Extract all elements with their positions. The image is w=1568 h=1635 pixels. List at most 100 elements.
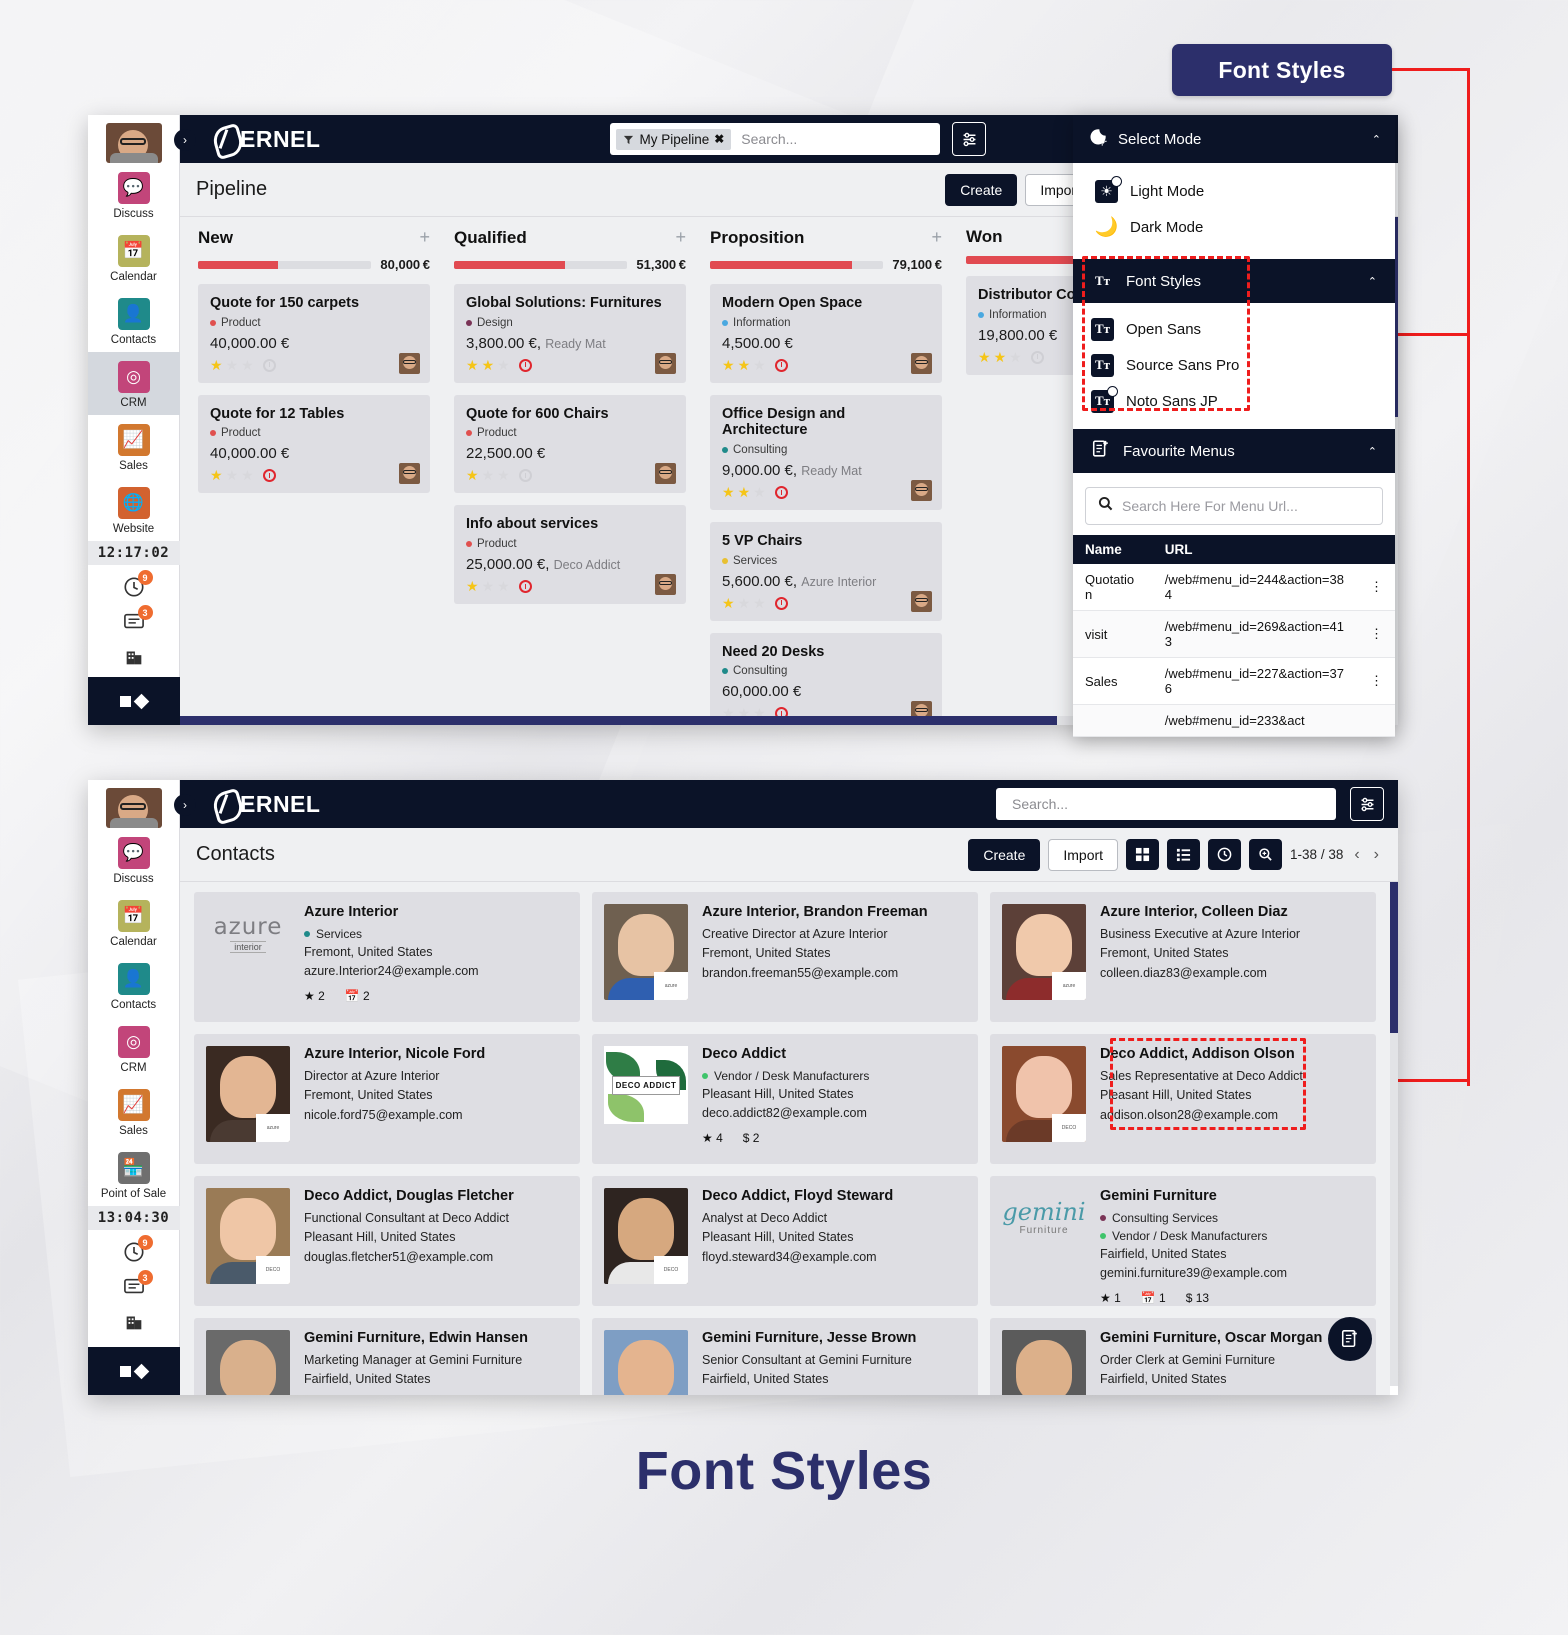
company-icon[interactable]	[119, 644, 149, 670]
sidebar-item-sales[interactable]: 📈 Sales	[88, 1080, 180, 1143]
sidebar-item-contacts[interactable]: 👤 Contacts	[88, 289, 180, 352]
activity-clock-icon[interactable]	[262, 469, 276, 483]
avatar[interactable]	[911, 480, 932, 502]
contact-card[interactable]: DECO ADDICT Deco Addict Vendor / Desk Manu…	[592, 1034, 978, 1164]
avatar[interactable]	[399, 463, 420, 485]
contact-card[interactable]: azure Azure Interior, Brandon Freeman Crea…	[592, 892, 978, 1022]
messages-icon[interactable]: 3	[119, 605, 153, 635]
apps-launcher[interactable]	[87, 1347, 180, 1395]
sidebar-item-crm[interactable]: ◎ CRM	[88, 1017, 180, 1080]
company-icon[interactable]	[119, 1309, 149, 1335]
chevron-up-icon[interactable]: ⌃	[1372, 133, 1381, 146]
avatar[interactable]	[399, 352, 420, 374]
kanban-card[interactable]: 5 VP Chairs Services 5,600.00 €, Azure Int…	[710, 522, 942, 621]
favourite-menus-section-header[interactable]: Favourite Menus ⌃	[1073, 429, 1395, 473]
activity-clock-icon[interactable]: 9	[119, 570, 153, 600]
priority-star[interactable]: ★	[482, 578, 495, 595]
priority-star[interactable]: ★	[753, 595, 766, 612]
kanban-card[interactable]: Quote for 12 Tables Product 40,000.00 € ★ ★ ★	[198, 394, 430, 494]
priority-star[interactable]: ★	[482, 467, 495, 484]
contact-card[interactable]: azure Azure Interior, Colleen Diaz Busines…	[990, 892, 1376, 1022]
priority-star[interactable]: ★	[210, 467, 223, 484]
menu-item-dark-mode[interactable]: 🌙 Dark Mode	[1073, 209, 1395, 245]
sidebar-item-crm[interactable]: ◎ CRM	[87, 352, 180, 415]
sidebar-item-contacts[interactable]: 👤 Contacts	[88, 954, 180, 1017]
priority-star[interactable]: ★	[978, 349, 991, 366]
settings-sliders-button[interactable]	[952, 122, 987, 156]
kanban-card[interactable]: Modern Open Space Information 4,500.00 € ★ ★…	[710, 284, 942, 383]
menu-item-noto-sans-jp[interactable]: Tᴛ Noto Sans JP	[1073, 383, 1395, 419]
menu-item-open-sans[interactable]: Tᴛ Open Sans	[1073, 311, 1395, 347]
activity-clock-icon[interactable]	[774, 358, 788, 372]
contact-card[interactable]: DECO Deco Addict, Addison Olson Sales Repr…	[990, 1034, 1376, 1164]
table-row[interactable]: Quotation/web#menu_id=244&action=384 ⋮	[1073, 564, 1395, 611]
apps-launcher[interactable]	[87, 677, 180, 725]
menu-item-light-mode[interactable]: ☀ Light Mode	[1073, 173, 1395, 209]
activity-clock-icon[interactable]	[774, 596, 788, 610]
list-view-icon[interactable]	[1167, 839, 1201, 870]
priority-star[interactable]: ★	[722, 357, 735, 374]
priority-star[interactable]: ★	[482, 357, 495, 374]
contact-card[interactable]: azure Azure Interior, Nicole Ford Director…	[194, 1034, 580, 1164]
priority-star[interactable]: ★	[497, 467, 510, 484]
contact-card[interactable]: gem Gemini Furniture, Jesse Brown Senior C…	[592, 1318, 978, 1395]
table-row[interactable]: visit/web#menu_id=269&action=413 ⋮	[1073, 610, 1395, 658]
kanban-card[interactable]: Info about services Product 25,000.00 €, D…	[454, 505, 686, 605]
chevron-up-icon[interactable]: ⌃	[1368, 445, 1377, 458]
contact-card[interactable]: azure interior Azure Interior Services Fremo…	[194, 892, 580, 1022]
priority-star[interactable]: ★	[738, 484, 751, 501]
add-card-icon[interactable]: +	[931, 227, 942, 248]
add-card-icon[interactable]: +	[419, 227, 430, 248]
vertical-scrollbar[interactable]	[1390, 882, 1398, 1386]
create-button[interactable]: Create	[945, 173, 1018, 206]
avatar[interactable]	[655, 574, 676, 596]
contact-card[interactable]: DECO Deco Addict, Floyd Steward Analyst at…	[592, 1176, 978, 1306]
priority-star[interactable]: ★	[1009, 349, 1022, 366]
avatar[interactable]	[911, 590, 932, 612]
kanban-view-icon[interactable]	[1126, 839, 1160, 870]
contact-card[interactable]: DECO Deco Addict, Douglas Fletcher Functio…	[194, 1176, 580, 1306]
pager-prev-icon[interactable]: ‹	[1351, 846, 1362, 864]
row-menu-icon[interactable]: ⋮	[1358, 564, 1395, 611]
sidebar-item-discuss[interactable]: 💬 Discuss	[88, 163, 180, 226]
avatar[interactable]	[655, 463, 676, 485]
create-button[interactable]: Create	[968, 838, 1041, 871]
avatar[interactable]	[655, 352, 676, 374]
priority-star[interactable]: ★	[994, 349, 1007, 366]
kanban-card[interactable]: Office Design and Architecture Consulting…	[710, 394, 942, 511]
map-view-icon[interactable]	[1249, 839, 1283, 870]
import-button[interactable]: Import	[1048, 838, 1119, 871]
kanban-card[interactable]: Need 20 Desks Consulting 60,000.00 € ★ ★ ★	[710, 632, 942, 725]
priority-star[interactable]: ★	[466, 357, 479, 374]
priority-star[interactable]: ★	[466, 467, 479, 484]
search-facet-my-pipeline[interactable]: My Pipeline ✖	[616, 128, 732, 150]
kanban-card[interactable]: Global Solutions: Furnitures Design 3,800.…	[454, 284, 686, 383]
priority-star[interactable]: ★	[738, 595, 751, 612]
menu-item-source-sans-pro[interactable]: Tᴛ Source Sans Pro	[1073, 347, 1395, 383]
activity-clock-icon[interactable]	[1030, 350, 1044, 364]
priority-star[interactable]: ★	[753, 484, 766, 501]
row-menu-icon[interactable]: ⋮	[1358, 657, 1395, 705]
select-mode-header[interactable]: Select Mode ⌃	[1073, 115, 1395, 163]
priority-star[interactable]: ★	[466, 578, 479, 595]
sidebar-item-point-of-sale[interactable]: 🏪 Point of Sale	[88, 1143, 180, 1206]
avatar[interactable]	[911, 352, 932, 374]
add-card-icon[interactable]: +	[675, 227, 686, 248]
sidebar-item-discuss[interactable]: 💬 Discuss	[88, 828, 180, 891]
activity-clock-icon[interactable]	[774, 486, 788, 500]
sidebar-item-calendar[interactable]: 📅 Calendar	[88, 891, 180, 954]
table-row[interactable]: /web#menu_id=233&act	[1073, 704, 1395, 737]
avatar[interactable]	[105, 123, 162, 163]
sidebar-item-sales[interactable]: 📈 Sales	[88, 415, 180, 478]
priority-star[interactable]: ★	[753, 357, 766, 374]
priority-star[interactable]: ★	[241, 467, 254, 484]
new-record-fab[interactable]	[1328, 1317, 1372, 1361]
settings-dropdown-panel[interactable]: Select Mode ⌃ ☀ Light Mode 🌙 Dark Mode T…	[1073, 115, 1395, 737]
table-row[interactable]: Sales/web#menu_id=227&action=376 ⋮	[1073, 657, 1395, 705]
row-menu-icon[interactable]: ⋮	[1358, 610, 1395, 658]
priority-star[interactable]: ★	[497, 578, 510, 595]
settings-sliders-button[interactable]	[1350, 787, 1384, 821]
contact-card[interactable]: gem Gemini Furniture, Oscar Morgan Order C…	[990, 1318, 1376, 1395]
priority-star[interactable]: ★	[210, 357, 223, 374]
search-input[interactable]: Search...	[996, 788, 1336, 820]
